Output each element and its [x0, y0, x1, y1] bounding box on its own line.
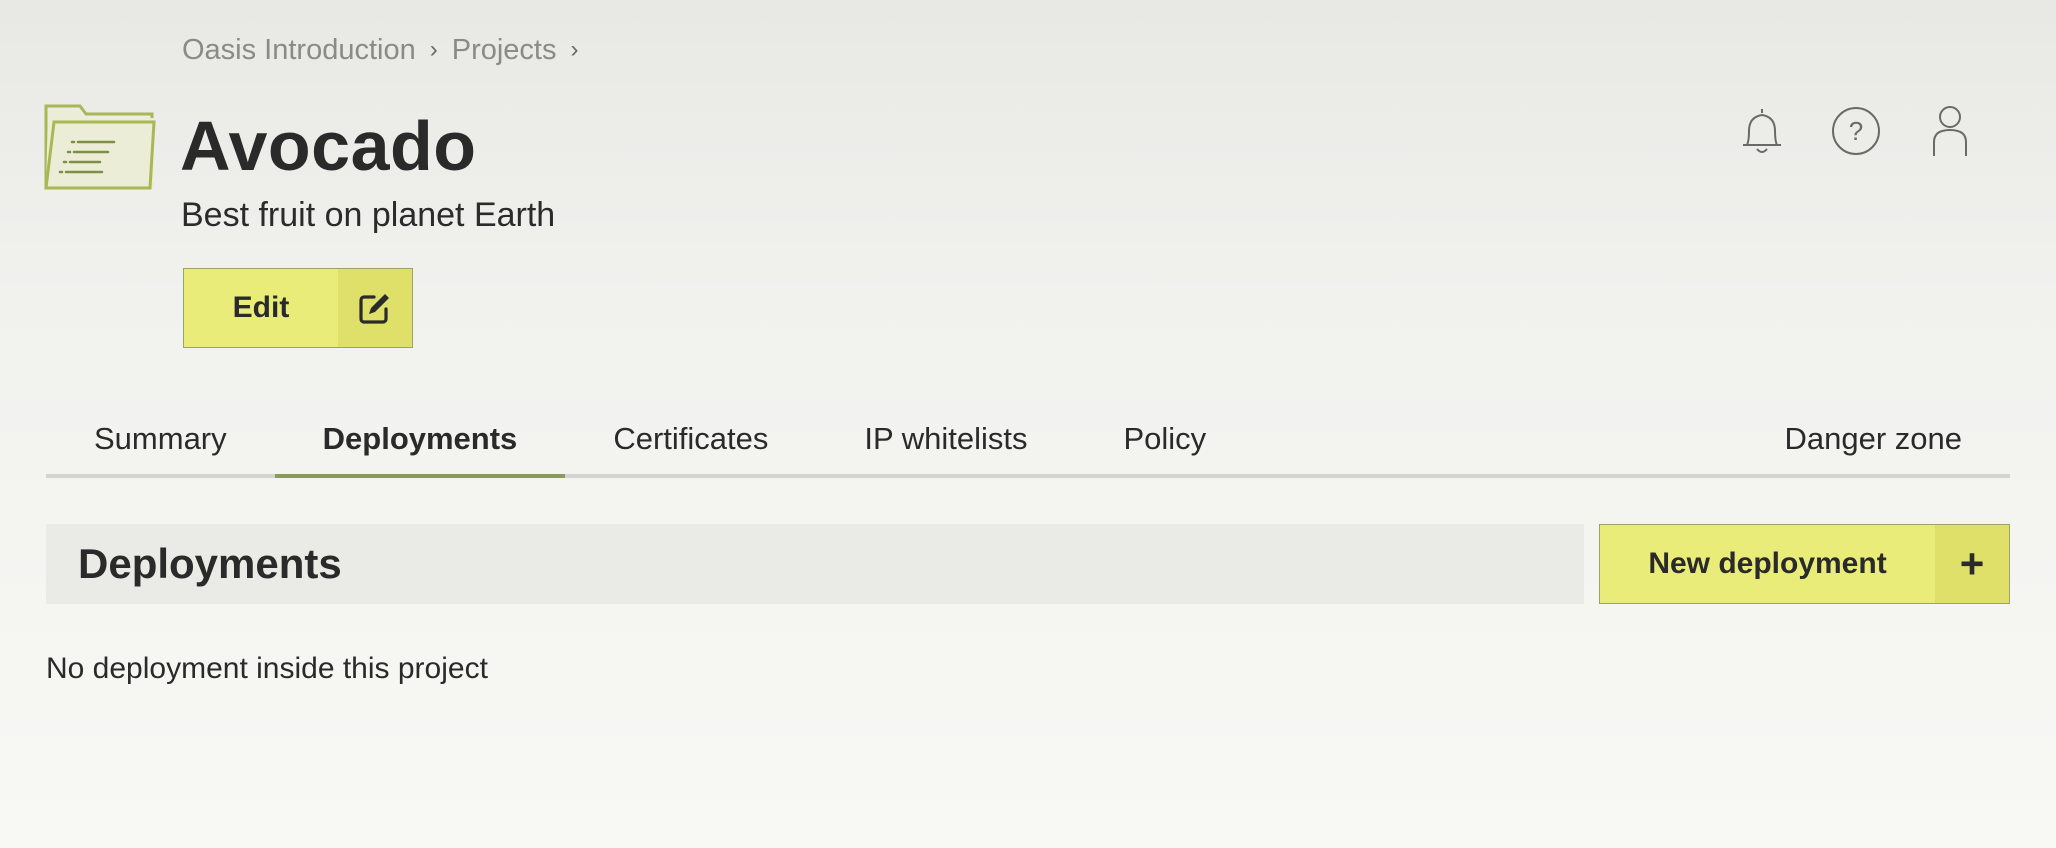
new-deployment-label: New deployment	[1648, 547, 1887, 580]
empty-state-message: No deployment inside this project	[46, 652, 488, 685]
tab-ip-whitelists[interactable]: IP whitelists	[816, 404, 1075, 474]
help-icon[interactable]: ?	[1830, 104, 1882, 158]
tab-spacer	[1254, 404, 1736, 474]
header-actions: ?	[1736, 104, 1976, 158]
tab-bar: Summary Deployments Certificates IP whit…	[46, 404, 2010, 478]
tab-danger-zone[interactable]: Danger zone	[1736, 404, 2010, 474]
edit-button-label: Edit	[232, 291, 290, 324]
tab-certificates[interactable]: Certificates	[565, 404, 816, 474]
folder-icon	[44, 102, 156, 190]
plus-icon: +	[1935, 525, 2009, 603]
edit-icon	[338, 269, 412, 347]
tab-policy[interactable]: Policy	[1075, 404, 1254, 474]
breadcrumb-separator: ›	[570, 36, 579, 63]
tab-deployments[interactable]: Deployments	[274, 404, 566, 478]
breadcrumb-item-projects[interactable]: Projects	[452, 34, 557, 67]
tab-summary[interactable]: Summary	[46, 404, 275, 474]
bell-icon[interactable]	[1736, 104, 1788, 158]
user-icon[interactable]	[1924, 104, 1976, 158]
breadcrumb-separator: ›	[429, 36, 438, 63]
new-deployment-button[interactable]: New deployment +	[1599, 524, 2010, 604]
svg-text:?: ?	[1849, 116, 1863, 146]
edit-button[interactable]: Edit	[183, 268, 413, 348]
breadcrumb-item-oasis-introduction[interactable]: Oasis Introduction	[182, 34, 416, 67]
section-title: Deployments	[46, 524, 1584, 604]
page-subtitle: Best fruit on planet Earth	[181, 196, 556, 234]
page-title: Avocado	[180, 107, 477, 185]
breadcrumb: Oasis Introduction › Projects ›	[182, 30, 579, 70]
